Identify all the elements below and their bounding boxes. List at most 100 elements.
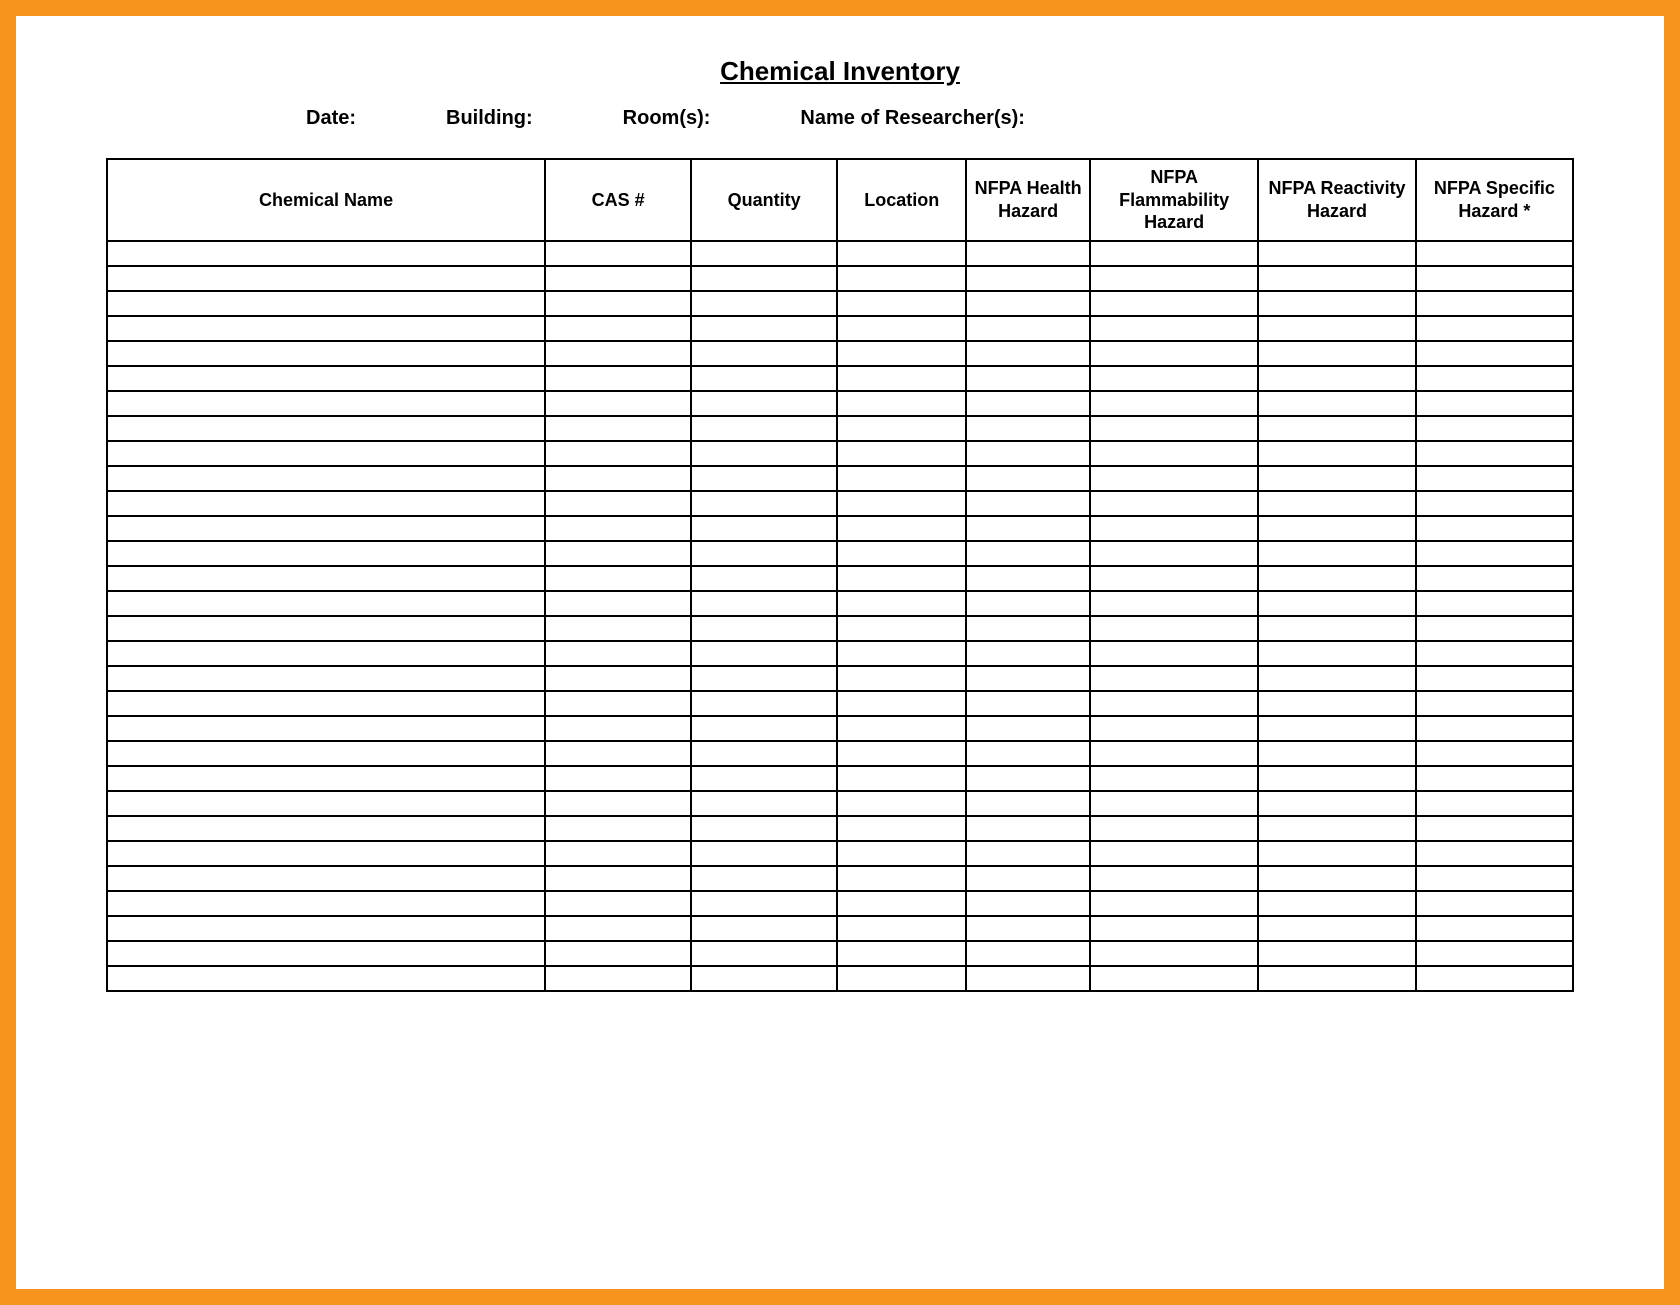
table-cell bbox=[837, 366, 966, 391]
table-cell bbox=[1090, 641, 1259, 666]
table-row bbox=[107, 716, 1573, 741]
table-cell bbox=[545, 641, 691, 666]
col-nfpa-specific: NFPA Specific Hazard * bbox=[1416, 159, 1573, 241]
table-cell bbox=[966, 716, 1090, 741]
table-cell bbox=[691, 316, 837, 341]
table-cell bbox=[837, 541, 966, 566]
table-cell bbox=[691, 566, 837, 591]
table-cell bbox=[966, 666, 1090, 691]
table-cell bbox=[1090, 516, 1259, 541]
table-cell bbox=[107, 291, 545, 316]
table-cell bbox=[1090, 616, 1259, 641]
table-cell bbox=[1090, 591, 1259, 616]
table-cell bbox=[1258, 541, 1415, 566]
table-cell bbox=[1416, 341, 1573, 366]
table-cell bbox=[1090, 341, 1259, 366]
table-cell bbox=[1416, 491, 1573, 516]
table-cell bbox=[691, 341, 837, 366]
meta-date-label: Date: bbox=[306, 107, 356, 130]
table-row bbox=[107, 941, 1573, 966]
table-cell bbox=[691, 491, 837, 516]
table-cell bbox=[1258, 766, 1415, 791]
table-cell bbox=[691, 241, 837, 266]
table-cell bbox=[837, 516, 966, 541]
table-cell bbox=[1258, 741, 1415, 766]
table-cell bbox=[1258, 916, 1415, 941]
table-row bbox=[107, 666, 1573, 691]
table-cell bbox=[107, 516, 545, 541]
table-header-row: Chemical Name CAS # Quantity Location NF… bbox=[107, 159, 1573, 241]
inventory-body bbox=[107, 241, 1573, 991]
table-cell bbox=[837, 316, 966, 341]
table-cell bbox=[1258, 866, 1415, 891]
table-cell bbox=[1090, 816, 1259, 841]
table-cell bbox=[1416, 641, 1573, 666]
table-cell bbox=[691, 291, 837, 316]
table-cell bbox=[837, 466, 966, 491]
table-cell bbox=[691, 691, 837, 716]
table-cell bbox=[545, 566, 691, 591]
table-cell bbox=[1258, 891, 1415, 916]
table-cell bbox=[837, 416, 966, 441]
table-cell bbox=[1416, 466, 1573, 491]
table-cell bbox=[1416, 791, 1573, 816]
table-cell bbox=[837, 891, 966, 916]
table-cell bbox=[1258, 816, 1415, 841]
table-cell bbox=[1416, 541, 1573, 566]
table-cell bbox=[1090, 916, 1259, 941]
table-row bbox=[107, 566, 1573, 591]
table-cell bbox=[1258, 491, 1415, 516]
table-cell bbox=[1258, 666, 1415, 691]
table-cell bbox=[837, 566, 966, 591]
table-cell bbox=[107, 741, 545, 766]
table-cell bbox=[691, 741, 837, 766]
table-cell bbox=[966, 466, 1090, 491]
table-cell bbox=[1416, 241, 1573, 266]
table-cell bbox=[837, 241, 966, 266]
table-row bbox=[107, 791, 1573, 816]
table-cell bbox=[837, 266, 966, 291]
page-title: Chemical Inventory bbox=[106, 56, 1574, 87]
table-cell bbox=[107, 341, 545, 366]
table-cell bbox=[966, 816, 1090, 841]
table-cell bbox=[107, 316, 545, 341]
table-row bbox=[107, 841, 1573, 866]
table-cell bbox=[966, 691, 1090, 716]
table-cell bbox=[107, 541, 545, 566]
table-cell bbox=[966, 441, 1090, 466]
table-cell bbox=[545, 441, 691, 466]
table-cell bbox=[1416, 866, 1573, 891]
table-cell bbox=[107, 366, 545, 391]
col-nfpa-reactivity: NFPA Reactivity Hazard bbox=[1258, 159, 1415, 241]
table-cell bbox=[966, 241, 1090, 266]
table-row bbox=[107, 241, 1573, 266]
table-cell bbox=[1258, 591, 1415, 616]
document-frame: Chemical Inventory Date: Building: Room(… bbox=[0, 0, 1680, 1305]
table-row bbox=[107, 441, 1573, 466]
table-cell bbox=[1416, 266, 1573, 291]
table-cell bbox=[837, 866, 966, 891]
table-cell bbox=[545, 291, 691, 316]
table-cell bbox=[1416, 566, 1573, 591]
table-cell bbox=[691, 541, 837, 566]
table-row bbox=[107, 291, 1573, 316]
table-cell bbox=[837, 641, 966, 666]
table-row bbox=[107, 966, 1573, 991]
table-cell bbox=[545, 691, 691, 716]
table-cell bbox=[1416, 741, 1573, 766]
meta-row: Date: Building: Room(s): Name of Researc… bbox=[106, 107, 1574, 130]
table-cell bbox=[1090, 966, 1259, 991]
table-cell bbox=[107, 441, 545, 466]
table-cell bbox=[107, 966, 545, 991]
table-cell bbox=[837, 916, 966, 941]
table-cell bbox=[545, 816, 691, 841]
table-cell bbox=[966, 391, 1090, 416]
table-cell bbox=[837, 491, 966, 516]
table-cell bbox=[837, 591, 966, 616]
table-cell bbox=[545, 941, 691, 966]
table-cell bbox=[1090, 491, 1259, 516]
table-cell bbox=[545, 541, 691, 566]
table-cell bbox=[545, 591, 691, 616]
table-cell bbox=[545, 791, 691, 816]
table-cell bbox=[966, 366, 1090, 391]
